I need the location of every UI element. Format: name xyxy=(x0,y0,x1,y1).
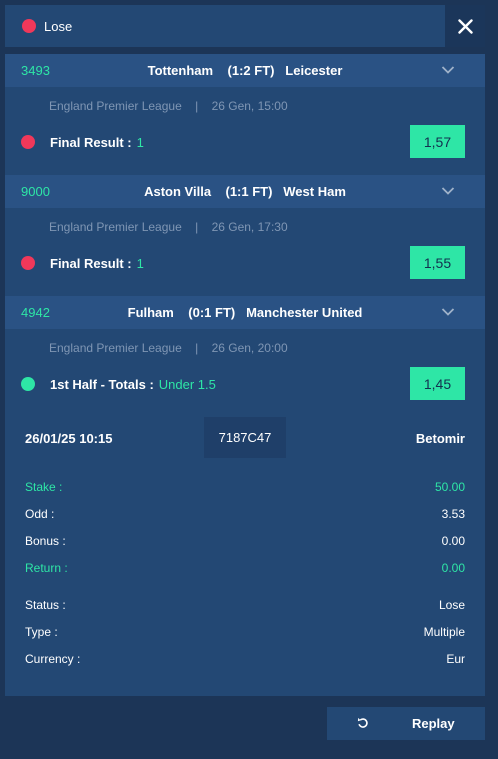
close-button[interactable] xyxy=(445,5,485,47)
pick-status-dot xyxy=(21,377,35,391)
event-date: 26 Gen, 20:00 xyxy=(211,341,288,355)
event-league: England Premier League xyxy=(49,341,182,355)
odd-badge: 1,57 xyxy=(410,125,465,158)
replay-icon xyxy=(357,717,368,728)
return-value: 0.00 xyxy=(441,561,465,575)
bonus-value: 0.00 xyxy=(441,534,465,548)
market-label: Final Result : xyxy=(50,256,132,271)
type-value: Multiple xyxy=(423,625,465,639)
event-date: 26 Gen, 17:30 xyxy=(211,220,288,234)
type-row: Type : Multiple xyxy=(25,625,465,641)
bet-summary: 26/01/25 10:15 7187C47 Betomir Stake : 5… xyxy=(5,417,485,696)
odd-badge: 1,45 xyxy=(410,367,465,400)
event-header[interactable]: 9000 Aston Villa (1:1 FT) West Ham xyxy=(5,175,485,208)
event-league: England Premier League xyxy=(49,220,182,234)
event-date: 26 Gen, 15:00 xyxy=(211,99,288,113)
bonus-row: Bonus : 0.00 xyxy=(25,534,465,550)
replay-label: Replay xyxy=(412,716,455,731)
status-row: Status : Lose xyxy=(25,598,465,614)
chevron-down-icon[interactable] xyxy=(441,307,455,317)
event-league-date: England Premier League | 26 Gen, 15:00 xyxy=(49,99,288,113)
close-icon xyxy=(457,18,473,34)
event-match: Aston Villa (1:1 FT) West Ham xyxy=(144,184,346,199)
stake-value: 50.00 xyxy=(434,480,465,494)
event-league: England Premier League xyxy=(49,99,182,113)
event-match: Fulham (0:1 FT) Manchester United xyxy=(127,305,363,320)
currency-value: Eur xyxy=(446,652,465,666)
currency-label: Currency : xyxy=(25,652,81,666)
pick-market: 1st Half - Totals : Under 1.5 xyxy=(50,377,216,392)
bookmaker-name: Betomir xyxy=(415,431,465,446)
type-label: Type : xyxy=(25,625,58,639)
event-details: England Premier League | 26 Gen, 15:00 F… xyxy=(5,87,485,175)
event-details: England Premier League | 26 Gen, 20:00 1… xyxy=(5,329,485,417)
odd-label: Odd : xyxy=(25,507,55,521)
bonus-label: Bonus : xyxy=(25,534,66,548)
status-label: Status : xyxy=(25,598,66,612)
pick-status-dot xyxy=(21,135,35,149)
event-header[interactable]: 4942 Fulham (0:1 FT) Manchester United xyxy=(5,296,485,329)
ticket-id: 7187C47 xyxy=(204,417,286,458)
return-label: Return : xyxy=(25,561,68,575)
event-details: England Premier League | 26 Gen, 17:30 F… xyxy=(5,208,485,296)
bet-status-label: Lose xyxy=(44,18,73,34)
return-row: Return : 0.00 xyxy=(25,561,465,577)
stake-label: Stake : xyxy=(25,480,63,494)
chevron-down-icon[interactable] xyxy=(441,65,455,75)
pick-value: 1 xyxy=(136,256,144,271)
stake-row: Stake : 50.00 xyxy=(25,480,465,496)
status-value: Lose xyxy=(438,598,465,612)
lose-status-dot xyxy=(22,19,36,33)
event-match: Tottenham (1:2 FT) Leicester xyxy=(147,63,343,78)
currency-row: Currency : Eur xyxy=(25,652,465,668)
odd-row: Odd : 3.53 xyxy=(25,507,465,523)
event-header[interactable]: 3493 Tottenham (1:2 FT) Leicester xyxy=(5,54,485,87)
market-label: 1st Half - Totals : xyxy=(50,377,154,392)
replay-button[interactable]: Replay xyxy=(327,707,485,740)
pick-value: 1 xyxy=(136,135,144,150)
chevron-down-icon[interactable] xyxy=(441,186,455,196)
pick-status-dot xyxy=(21,256,35,270)
odd-value: 3.53 xyxy=(441,507,465,521)
pick-market: Final Result : 1 xyxy=(50,135,144,150)
event-league-date: England Premier League | 26 Gen, 20:00 xyxy=(49,341,288,355)
pick-value: Under 1.5 xyxy=(158,377,216,392)
pick-market: Final Result : 1 xyxy=(50,256,144,271)
bet-datetime: 26/01/25 10:15 xyxy=(25,431,113,446)
market-label: Final Result : xyxy=(50,135,132,150)
event-league-date: England Premier League | 26 Gen, 17:30 xyxy=(49,220,288,234)
bet-status-header: Lose xyxy=(5,5,485,47)
odd-badge: 1,55 xyxy=(410,246,465,279)
